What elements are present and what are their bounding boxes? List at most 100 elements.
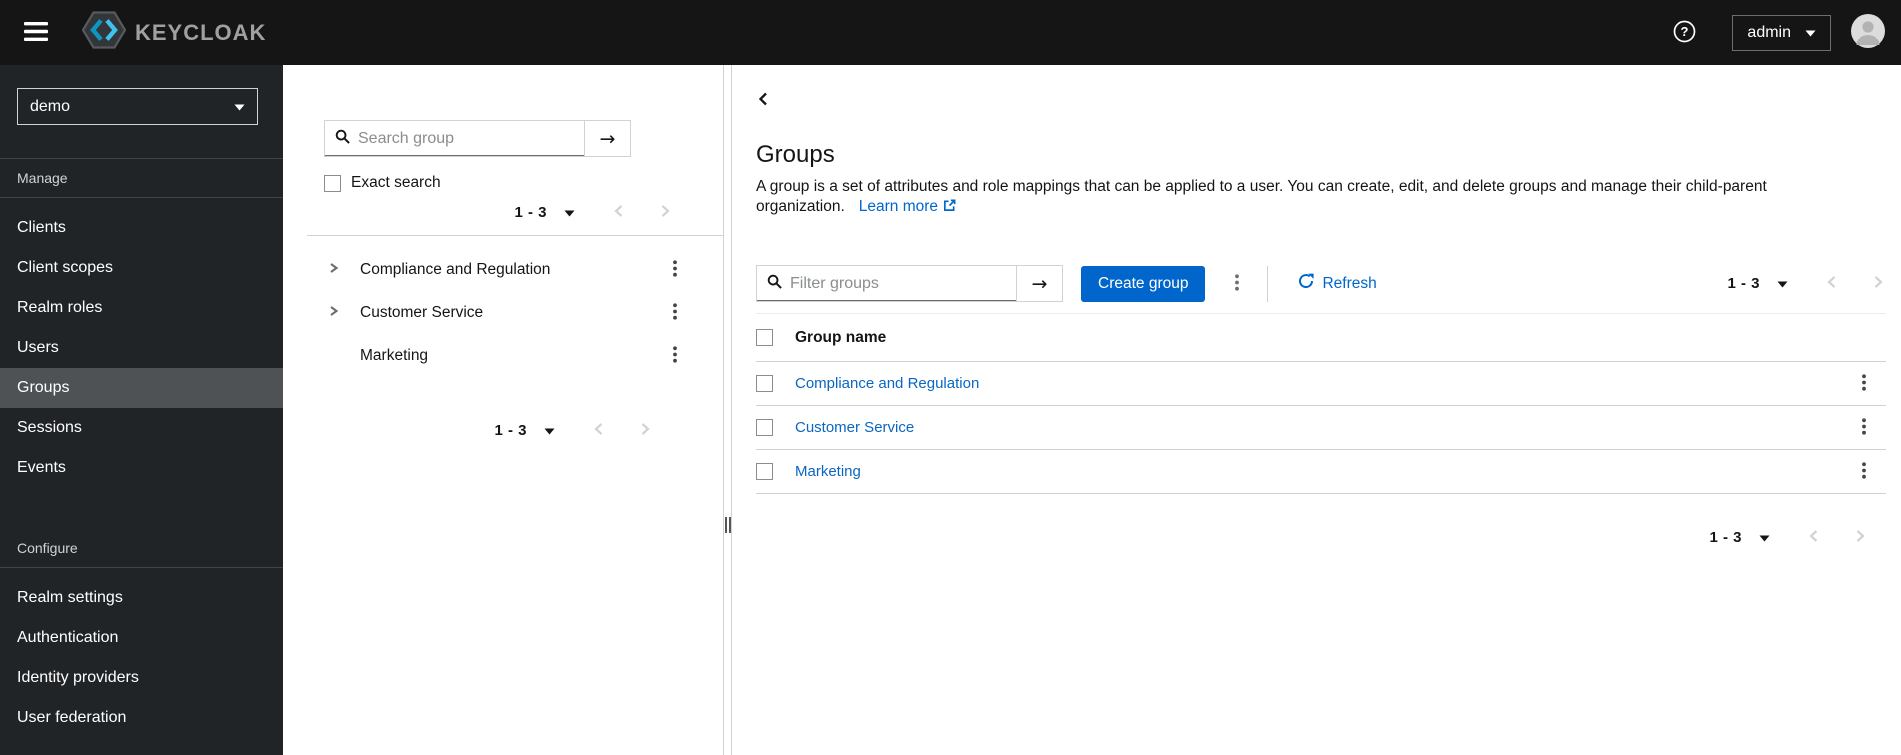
kebab-menu-button[interactable] xyxy=(1856,416,1872,440)
chevron-left-icon xyxy=(613,204,624,221)
exact-search-toggle[interactable]: Exact search xyxy=(324,174,723,192)
chevron-right-icon xyxy=(1873,275,1884,292)
pagination-prev-button[interactable] xyxy=(1808,529,1819,546)
sidebar-item-realm-settings[interactable]: Realm settings xyxy=(0,578,283,618)
sidebar-item-groups[interactable]: Groups xyxy=(0,368,283,408)
pagination-range-label: 1 - 3 xyxy=(514,204,547,221)
tree-item-marketing[interactable]: Marketing xyxy=(283,334,723,377)
avatar[interactable] xyxy=(1851,14,1885,51)
realm-name: demo xyxy=(30,97,71,115)
help-button[interactable]: ? xyxy=(1673,20,1696,46)
exact-search-label: Exact search xyxy=(351,174,441,191)
realm-selector[interactable]: demo xyxy=(17,88,258,125)
chevron-right-icon xyxy=(327,305,339,320)
sidebar-item-authentication[interactable]: Authentication xyxy=(0,618,283,658)
sidebar-item-users[interactable]: Users xyxy=(0,328,283,368)
pagination-prev-button[interactable] xyxy=(613,204,624,221)
chevron-left-icon xyxy=(593,422,604,439)
tree-item-compliance-and-regulation[interactable]: Compliance and Regulation xyxy=(283,248,723,291)
chevron-right-icon xyxy=(327,262,339,277)
user-menu-dropdown[interactable]: admin xyxy=(1732,14,1831,51)
groups-toolbar: → Create group Refresh 1 - 3 xyxy=(756,265,1886,302)
sidebar-item-client-scopes[interactable]: Client scopes xyxy=(0,248,283,288)
masthead: KEYCLOAK ? admin xyxy=(0,0,1901,65)
table-row: Compliance and Regulation xyxy=(756,362,1886,406)
chevron-left-icon xyxy=(758,92,768,109)
help-icon: ? xyxy=(1673,20,1696,46)
user-avatar-icon xyxy=(1851,14,1885,51)
keycloak-logo[interactable]: KEYCLOAK xyxy=(81,11,266,54)
svg-text:?: ? xyxy=(1681,24,1689,39)
caret-down-icon xyxy=(1777,276,1788,291)
nav-toggle-button[interactable] xyxy=(14,12,58,54)
search-group-submit-button[interactable]: → xyxy=(584,121,630,156)
group-search-input-wrap xyxy=(325,121,584,156)
collapse-panel-button[interactable] xyxy=(756,92,770,109)
kebab-icon xyxy=(1235,273,1240,294)
nav-list: Realm settings Authentication Identity p… xyxy=(0,568,283,748)
select-all-checkbox[interactable] xyxy=(756,329,773,346)
filter-groups-input[interactable] xyxy=(790,274,1006,293)
keycloak-hexagon-icon xyxy=(81,11,127,54)
search-group-input[interactable] xyxy=(358,129,574,148)
group-link[interactable]: Marketing xyxy=(795,463,861,480)
kebab-icon xyxy=(673,302,677,323)
caret-down-icon xyxy=(544,423,555,438)
kebab-menu-button[interactable] xyxy=(1856,460,1872,484)
chevron-down-icon xyxy=(1805,24,1816,42)
row-checkbox[interactable] xyxy=(756,463,773,480)
kebab-menu-button[interactable] xyxy=(669,344,681,368)
toolbar-kebab-menu-button[interactable] xyxy=(1229,272,1245,296)
pagination-next-button[interactable] xyxy=(1855,529,1866,546)
kebab-menu-button[interactable] xyxy=(669,258,681,282)
filter-groups-submit-button[interactable]: → xyxy=(1016,266,1062,301)
sidebar-item-realm-roles[interactable]: Realm roles xyxy=(0,288,283,328)
search-icon xyxy=(767,274,782,294)
pagination-options-toggle[interactable] xyxy=(564,205,575,220)
tree-pagination-top: 1 - 3 xyxy=(283,204,723,221)
kebab-menu-button[interactable] xyxy=(1856,372,1872,396)
group-link[interactable]: Compliance and Regulation xyxy=(795,375,979,392)
group-link[interactable]: Customer Service xyxy=(795,419,914,436)
nav-section-title: Configure xyxy=(0,529,283,568)
drag-handle-icon[interactable] xyxy=(725,517,731,533)
sidebar-item-identity-providers[interactable]: Identity providers xyxy=(0,658,283,698)
pagination-options-toggle[interactable] xyxy=(1777,276,1788,291)
pagination-options-toggle[interactable] xyxy=(1759,530,1770,545)
refresh-button[interactable]: Refresh xyxy=(1298,273,1377,294)
nav-list: Clients Client scopes Realm roles Users … xyxy=(0,198,283,498)
page-title: Groups xyxy=(756,141,835,168)
create-group-button[interactable]: Create group xyxy=(1081,265,1206,302)
row-checkbox[interactable] xyxy=(756,419,773,436)
sidebar-item-clients[interactable]: Clients xyxy=(0,208,283,248)
kebab-icon xyxy=(1862,417,1866,438)
pagination-next-button[interactable] xyxy=(640,422,651,439)
refresh-icon xyxy=(1298,273,1315,294)
tree-item-label[interactable]: Compliance and Regulation xyxy=(360,261,550,279)
panel-splitter[interactable] xyxy=(724,65,732,755)
kebab-icon xyxy=(1862,461,1866,482)
expand-toggle-button[interactable] xyxy=(327,305,340,320)
pagination-next-button[interactable] xyxy=(660,204,671,221)
pagination-options-toggle[interactable] xyxy=(544,423,555,438)
learn-more-link[interactable]: Learn more xyxy=(859,198,956,215)
pagination-prev-button[interactable] xyxy=(1826,275,1837,292)
pagination-next-button[interactable] xyxy=(1873,275,1884,292)
row-checkbox[interactable] xyxy=(756,375,773,392)
kebab-icon xyxy=(673,345,677,366)
tree-item-label[interactable]: Marketing xyxy=(360,347,428,365)
chevron-right-icon xyxy=(660,204,671,221)
exact-search-checkbox[interactable] xyxy=(324,174,341,192)
pagination-prev-button[interactable] xyxy=(593,422,604,439)
external-link-icon xyxy=(944,199,956,211)
sidebar-item-events[interactable]: Events xyxy=(0,448,283,488)
group-search-group: → xyxy=(324,120,631,157)
expand-toggle-button[interactable] xyxy=(327,262,340,277)
tree-item-customer-service[interactable]: Customer Service xyxy=(283,291,723,334)
masthead-right: ? admin xyxy=(1673,14,1885,51)
tree-divider xyxy=(307,235,723,236)
sidebar-item-user-federation[interactable]: User federation xyxy=(0,698,283,738)
kebab-menu-button[interactable] xyxy=(669,301,681,325)
tree-item-label[interactable]: Customer Service xyxy=(360,304,483,322)
sidebar-item-sessions[interactable]: Sessions xyxy=(0,408,283,448)
